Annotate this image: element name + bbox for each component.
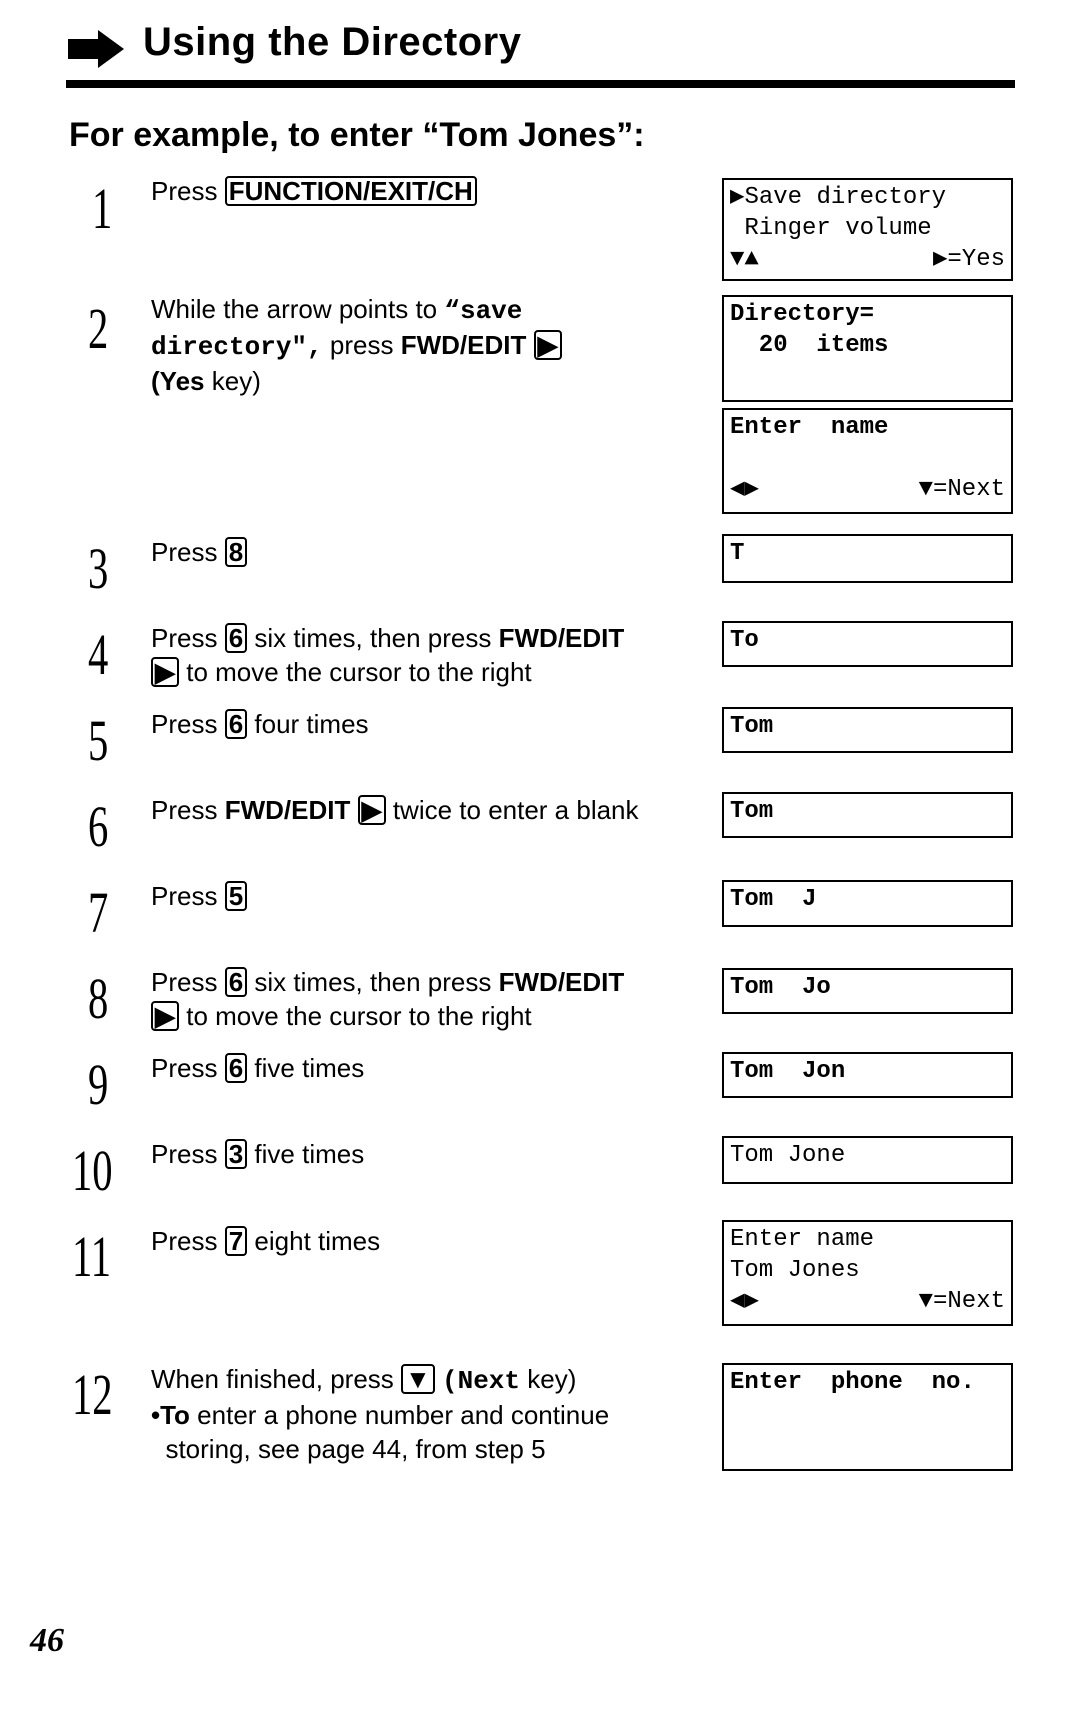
step-5-text: Press 6 four times bbox=[151, 709, 369, 739]
right-arrow-key-icon: ▶ bbox=[151, 1001, 179, 1031]
right-arrow-key-icon: ▶ bbox=[357, 795, 386, 825]
title-rule bbox=[66, 80, 1015, 88]
step-number: 6 bbox=[88, 794, 109, 859]
step-10-text: Press 3 five times bbox=[151, 1139, 365, 1169]
right-arrow-key-icon: ▶ bbox=[533, 330, 562, 360]
step-8-text: Press 6 six times, then press FWD/EDIT ▶ … bbox=[151, 967, 625, 1031]
step-number: 7 bbox=[88, 880, 109, 945]
function-exit-ch-key: FUNCTION/EXIT/CH bbox=[224, 176, 477, 206]
step-number: 2 bbox=[88, 296, 109, 361]
step-number: 8 bbox=[88, 966, 109, 1031]
step-number: 3 bbox=[88, 536, 109, 601]
display-entry: Tom bbox=[722, 792, 1013, 838]
step-number: 5 bbox=[88, 708, 109, 773]
display-enter-name: Enter name ◀▶ ▼=Next bbox=[722, 408, 1013, 514]
step-number: 4 bbox=[88, 622, 109, 687]
step-7-text: Press 5 bbox=[151, 879, 681, 913]
page-number: 46 bbox=[30, 1622, 64, 1659]
step-number: 1 bbox=[92, 176, 113, 241]
display-entry: Tom bbox=[722, 707, 1013, 753]
display-entry: Tom Jone bbox=[722, 1136, 1013, 1184]
step-number: 10 bbox=[72, 1138, 113, 1203]
display-entry: Tom Jon bbox=[722, 1052, 1013, 1098]
step-1-text: Press FUNCTION/EXIT/CH bbox=[151, 174, 681, 208]
display-enter-name-done: Enter name Tom Jones ◀▶ ▼=Next bbox=[722, 1220, 1013, 1326]
manual-page: { "header":{"title":"Using the Directory… bbox=[0, 0, 1080, 1723]
display-enter-phone: Enter phone no. bbox=[722, 1363, 1013, 1471]
step-11-text: Press 7 eight times bbox=[151, 1226, 381, 1256]
display-directory-count: Directory= 20 items bbox=[722, 295, 1013, 402]
right-arrow-key-icon: ▶ bbox=[151, 657, 179, 687]
section-heading: For example, to enter “Tom Jones”: bbox=[69, 116, 645, 154]
step-12-text: When finished, press ▼ (Next key) •To ent… bbox=[151, 1364, 610, 1464]
right-arrow-icon bbox=[68, 30, 124, 68]
step-6-text: Press FWD/EDIT ▶ twice to enter a blank bbox=[151, 795, 639, 825]
step-9-text: Press 6 five times bbox=[151, 1053, 365, 1083]
down-arrow-key-icon: ▼ bbox=[401, 1364, 435, 1394]
display-entry: To bbox=[722, 621, 1013, 667]
step-number: 11 bbox=[72, 1224, 112, 1289]
display-entry: Tom J bbox=[722, 880, 1013, 927]
step-number: 12 bbox=[72, 1362, 113, 1427]
step-2-text: While the arrow points to “save director… bbox=[151, 292, 681, 398]
display-entry: T bbox=[722, 534, 1013, 583]
display-entry: Tom Jo bbox=[722, 968, 1013, 1014]
step-number: 9 bbox=[88, 1052, 109, 1117]
step-3-text: Press 8 bbox=[151, 535, 681, 569]
display-menu: ▶Save directory Ringer volume ▼▲ ▶=Yes bbox=[722, 178, 1013, 281]
step-4-text: Press 6 six times, then press FWD/EDIT ▶ … bbox=[151, 623, 625, 687]
page-title: Using the Directory bbox=[143, 20, 522, 64]
